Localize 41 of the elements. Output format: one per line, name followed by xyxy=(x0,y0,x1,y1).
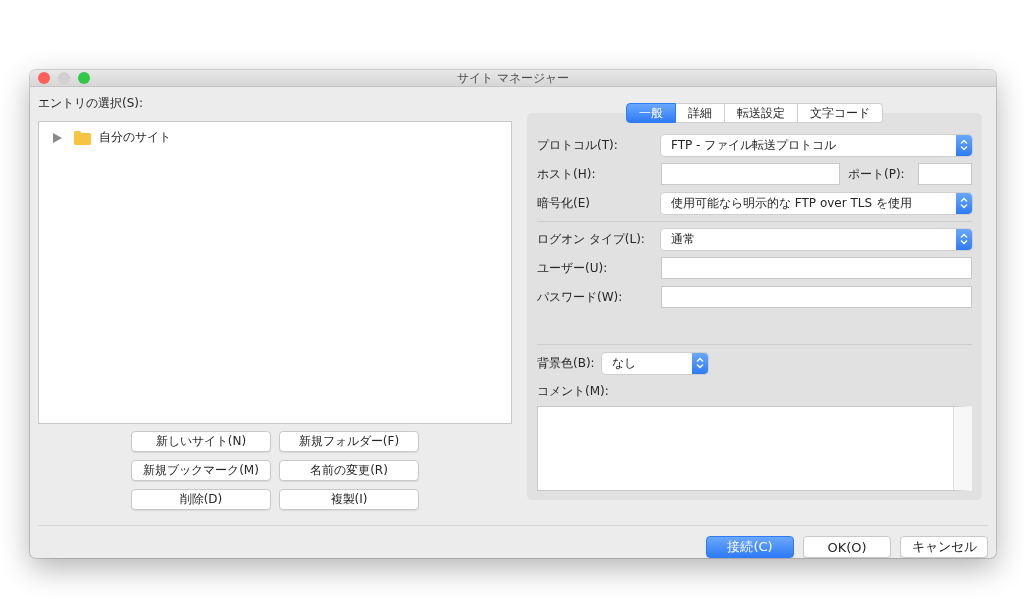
stepper-icon xyxy=(956,228,972,250)
minimize-button[interactable] xyxy=(58,72,70,84)
protocol-select[interactable]: FTP - ファイル転送プロトコル xyxy=(661,134,972,156)
tab[interactable]: 詳細 xyxy=(676,103,725,123)
logon-type-select[interactable]: 通常 xyxy=(661,228,972,250)
password-field[interactable] xyxy=(661,286,972,308)
field-label: ポート(P): xyxy=(848,165,906,183)
site-action-button[interactable]: 名前の変更(R) xyxy=(279,460,419,481)
comment-field[interactable] xyxy=(537,406,972,491)
tab[interactable]: 転送設定 xyxy=(725,103,798,123)
site-action-button[interactable]: 複製(I) xyxy=(279,489,419,510)
port-field[interactable] xyxy=(918,163,972,185)
dialog-button[interactable]: OK(O) xyxy=(803,536,891,558)
stepper-icon xyxy=(956,192,972,214)
background-color-select[interactable]: なし xyxy=(601,352,708,374)
stepper-icon xyxy=(956,134,972,156)
close-button[interactable] xyxy=(38,72,50,84)
field-label: プロトコル(T): xyxy=(537,136,619,154)
user-field[interactable] xyxy=(661,257,972,279)
field-label: ユーザー(U): xyxy=(537,259,609,277)
entry-label: エントリの選択(S): xyxy=(38,95,145,111)
field-label: ホスト(H): xyxy=(537,165,597,183)
expand-arrow-icon[interactable] xyxy=(53,132,62,143)
field-label: 暗号化(E) xyxy=(537,194,591,212)
field-label: 背景色(B): xyxy=(537,354,595,372)
tree-item[interactable]: 自分のサイト xyxy=(99,129,171,146)
encryption-select[interactable]: 使用可能なら明示的な FTP over TLS を使用 xyxy=(661,192,972,214)
folder-icon xyxy=(74,130,91,145)
field-label: ログオン タイプ(L): xyxy=(537,230,646,248)
stepper-icon xyxy=(691,352,708,374)
field-label: パスワード(W): xyxy=(537,288,624,306)
site-action-button[interactable]: 新しいサイト(N) xyxy=(131,431,271,452)
tab[interactable]: 文字コード xyxy=(798,103,883,123)
site-action-button[interactable]: 削除(D) xyxy=(131,489,271,510)
window-title: サイト マネージャー xyxy=(457,70,569,87)
site-action-button[interactable]: 新規フォルダー(F) xyxy=(279,431,419,452)
field-label: コメント(M): xyxy=(537,383,610,399)
site-action-button[interactable]: 新規ブックマーク(M) xyxy=(131,460,271,481)
host-field[interactable] xyxy=(661,163,840,185)
dialog-button[interactable]: キャンセル xyxy=(900,536,988,558)
zoom-button[interactable] xyxy=(78,72,90,84)
